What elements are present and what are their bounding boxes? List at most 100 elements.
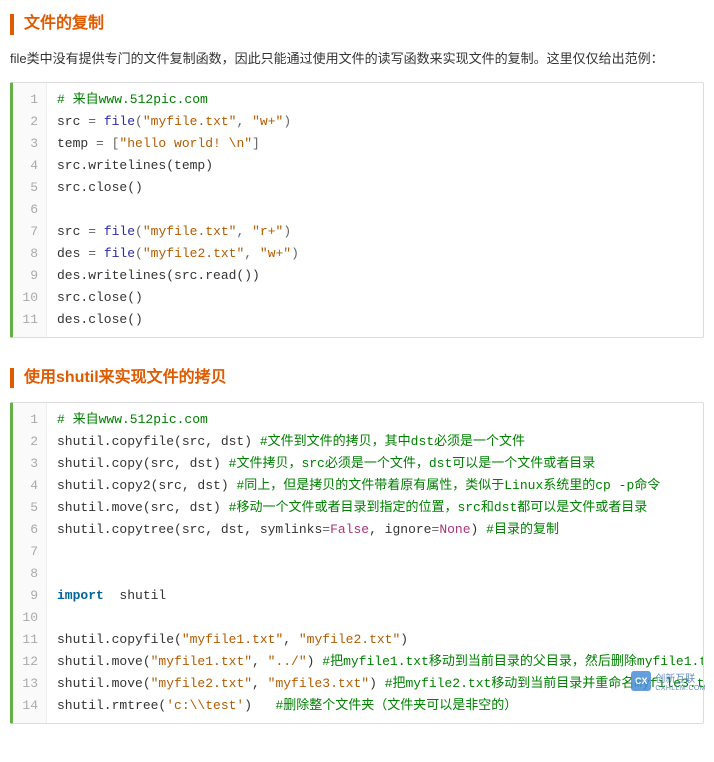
token-string: "r+" [252,224,283,239]
token-comment: #移动一个文件或者目录到指定的位置，src和dst都可以是文件或者目录 [229,500,648,515]
code-line [57,607,693,629]
intro-paragraph: file类中没有提供专门的文件复制函数，因此只能通过使用文件的读写函数来实现文件… [10,49,704,70]
line-number-gutter: 1234567891011 [13,83,47,337]
token-ident: src.close() [57,180,143,195]
token-ident: shutil.copy2(src, dst) [57,478,236,493]
token-ident: shutil.copyfile(src, dst) [57,434,260,449]
token-ident: shutil.move( [57,676,151,691]
token-ident: shutil.copyfile( [57,632,182,647]
line-number: 5 [13,177,46,199]
token-comment: #目录的复制 [486,522,559,537]
code-line [57,541,693,563]
token-string: "myfile.txt" [143,224,237,239]
token-builtin: file [104,224,135,239]
code-block-1: 1234567891011 # 来自www.512pic.comsrc = fi… [10,82,704,338]
code-line: src = file("myfile.txt", "r+") [57,221,693,243]
code-line: src = file("myfile.txt", "w+") [57,111,693,133]
code-line [57,563,693,585]
code-line: shutil.move("myfile1.txt", "../") #把myfi… [57,651,693,673]
line-number: 2 [13,431,46,453]
token-comment: #删除整个文件夹（文件夹可以是非空的） [275,698,517,713]
token-ident: , [252,654,268,669]
token-op: ( [135,114,143,129]
line-number: 14 [13,695,46,717]
token-op: = [88,246,104,261]
token-op: = [ [96,136,119,151]
code-line: shutil.copy(src, dst) #文件拷贝，src必须是一个文件，d… [57,453,693,475]
line-number: 4 [13,475,46,497]
token-string: 'c:\\test' [166,698,244,713]
token-keyword: import [57,588,104,603]
token-op: ] [252,136,260,151]
token-ident: ) [307,654,323,669]
line-number: 7 [13,541,46,563]
line-number: 6 [13,199,46,221]
token-string: "myfile2.txt" [151,676,252,691]
token-ident: src.close() [57,290,143,305]
code-line: src.close() [57,287,693,309]
token-op: ) [283,224,291,239]
line-number: 6 [13,519,46,541]
token-op: , [236,114,252,129]
token-string: "myfile1.txt" [151,654,252,669]
token-comment: #把myfile1.txt移动到当前目录的父目录，然后删除myfile1.txt [322,654,703,669]
token-ident: shutil.copy(src, dst) [57,456,229,471]
code-area[interactable]: # 来自www.512pic.com shutil.copyfile(src, d… [47,403,703,723]
line-number: 9 [13,585,46,607]
code-line: shutil.move("myfile2.txt", "myfile3.txt"… [57,673,693,695]
code-line: shutil.copyfile(src, dst) #文件到文件的拷贝，其中ds… [57,431,693,453]
line-number: 1 [13,409,46,431]
line-number: 4 [13,155,46,177]
token-string: "myfile.txt" [143,114,237,129]
line-number: 3 [13,453,46,475]
token-op: ) [291,246,299,261]
code-line [57,199,693,221]
token-const: None [439,522,470,537]
token-op: , [244,246,260,261]
line-number: 11 [13,309,46,331]
token-op: ( [135,246,143,261]
token-comment: # 来自www.512pic.com [57,412,208,427]
code-line: des.close() [57,309,693,331]
code-line: shutil.copytree(src, dst, symlinks=False… [57,519,693,541]
code-line: des = file("myfile2.txt", "w+") [57,243,693,265]
token-string: "w+" [260,246,291,261]
code-block-2: 1234567891011121314 # 来自www.512pic.comsh… [10,402,704,724]
code-area[interactable]: # 来自www.512pic.comsrc = file("myfile.txt… [47,83,703,337]
token-ident: shutil.move( [57,654,151,669]
code-line: # 来自www.512pic.com [57,89,693,111]
line-number: 7 [13,221,46,243]
token-ident: , [252,676,268,691]
token-ident: shutil.move(src, dst) [57,500,229,515]
line-number: 11 [13,629,46,651]
token-comment: #文件拷贝，src必须是一个文件，dst可以是一个文件或者目录 [229,456,596,471]
line-number: 12 [13,651,46,673]
code-line: shutil.move(src, dst) #移动一个文件或者目录到指定的位置，… [57,497,693,519]
line-number: 8 [13,563,46,585]
token-string: "hello world! \n" [119,136,252,151]
token-ident: des.writelines(src.read()) [57,268,260,283]
token-ident: des [57,246,88,261]
line-number: 13 [13,673,46,695]
line-number: 1 [13,89,46,111]
code-line: # 来自www.512pic.com [57,409,693,431]
code-line: temp = ["hello world! \n"] [57,133,693,155]
token-ident: shutil [104,588,166,603]
code-line: shutil.copy2(src, dst) #同上，但是拷贝的文件带着原有属性… [57,475,693,497]
token-op: ) [283,114,291,129]
token-string: "myfile1.txt" [182,632,283,647]
token-comment: #文件到文件的拷贝，其中dst必须是一个文件 [260,434,525,449]
token-ident: ) [369,676,385,691]
code-line: des.writelines(src.read()) [57,265,693,287]
token-ident: src.writelines(temp) [57,158,213,173]
token-op: = [88,114,104,129]
token-ident: shutil.copytree(src, dst, symlinks [57,522,322,537]
code-line: import shutil [57,585,693,607]
token-string: "myfile2.txt" [299,632,400,647]
code-line: shutil.rmtree('c:\\test') #删除整个文件夹（文件夹可以… [57,695,693,717]
line-number: 10 [13,607,46,629]
token-comment: #把myfile2.txt移动到当前目录并重命名myfile3.txt [385,676,703,691]
token-comment: #同上，但是拷贝的文件带着原有属性，类似于Linux系统里的cp -p命令 [236,478,660,493]
token-string: "myfile2.txt" [143,246,244,261]
token-ident: shutil.rmtree( [57,698,166,713]
